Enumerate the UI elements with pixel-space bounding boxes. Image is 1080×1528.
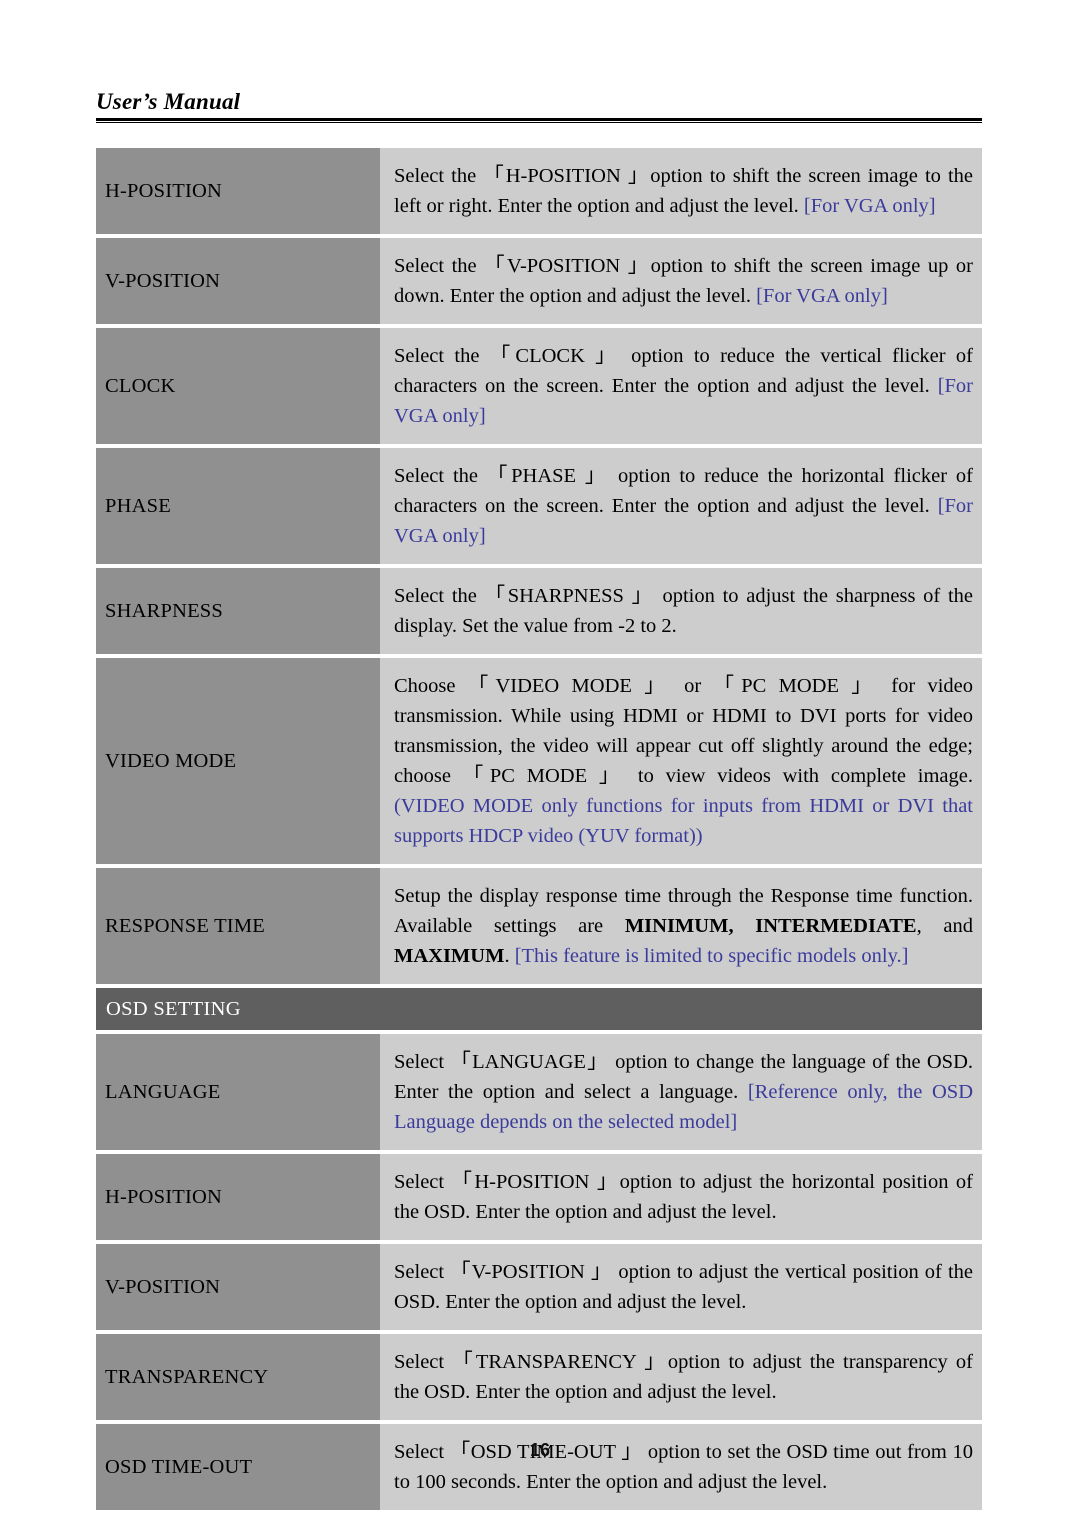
row-description: Select 「H-POSITION 」option to adjust the… — [380, 1154, 982, 1240]
row-description: Select 「V-POSITION 」 option to adjust th… — [380, 1244, 982, 1330]
description-segment: Select the 「CLOCK 」 option to reduce the… — [394, 345, 973, 397]
row-label-osd-time-out: OSD TIME-OUT — [96, 1424, 380, 1510]
table-row: H-POSITION Select the 「H-POSITION 」option… — [96, 148, 982, 234]
row-description: Select the 「CLOCK 」 option to reduce the… — [380, 328, 982, 444]
running-header: User’s Manual — [96, 88, 982, 123]
table-row: V-POSITION Select 「V-POSITION 」 option to… — [96, 1244, 982, 1330]
description-segment: MAXIMUM — [394, 945, 505, 967]
row-label-video-mode: VIDEO MODE — [96, 658, 380, 864]
description-segment: MINIMUM, INTERMEDIATE — [624, 915, 917, 937]
table-row: H-POSITION Select 「H-POSITION 」option to … — [96, 1154, 982, 1240]
row-label-transparency: TRANSPARENCY — [96, 1334, 380, 1420]
row-description: Select the 「PHASE 」 option to reduce the… — [380, 448, 982, 564]
row-description: Choose 「VIDEO MODE 」 or 「PC MODE 」 for v… — [380, 658, 982, 864]
row-label-h-position: H-POSITION — [96, 148, 380, 234]
manual-page: User’s Manual H-POSITION Select the 「H-PO… — [0, 0, 1080, 1528]
page-number: 16 — [529, 1440, 551, 1460]
section-header-osd-setting: OSD SETTING — [96, 988, 982, 1030]
table-body-display: H-POSITION Select the 「H-POSITION 」option… — [96, 148, 982, 984]
row-label-language: LANGUAGE — [96, 1034, 380, 1150]
description-segment: [For VGA only] — [803, 195, 936, 217]
running-header-title: User’s Manual — [96, 89, 241, 114]
row-description: Select 「OSD TIME-OUT 」 option to set the… — [380, 1424, 982, 1510]
row-description: Select 「LANGUAGE」 option to change the l… — [380, 1034, 982, 1150]
table-row: PHASE Select the 「PHASE 」 option to reduc… — [96, 448, 982, 564]
row-label-v-position: V-POSITION — [96, 238, 380, 324]
table-row: V-POSITION Select the 「V-POSITION 」option… — [96, 238, 982, 324]
osd-settings-table: H-POSITION Select the 「H-POSITION 」option… — [96, 148, 982, 1514]
description-segment: Choose 「VIDEO MODE 」 or 「PC MODE 」 for v… — [394, 675, 973, 787]
description-segment: . — [504, 945, 515, 967]
row-label-response-time: RESPONSE TIME — [96, 868, 380, 984]
row-label-v-position: V-POSITION — [96, 1244, 380, 1330]
table-row: TRANSPARENCY Select 「TRANSPARENCY 」option… — [96, 1334, 982, 1420]
description-segment: Select the 「PHASE 」 option to reduce the… — [394, 465, 973, 517]
table-row: OSD TIME-OUT Select 「OSD TIME-OUT 」 optio… — [96, 1424, 982, 1510]
description-segment: (VIDEO MODE only functions for inputs fr… — [394, 795, 973, 847]
row-description: Select 「TRANSPARENCY 」option to adjust t… — [380, 1334, 982, 1420]
row-description: Select the 「V-POSITION 」option to shift … — [380, 238, 982, 324]
description-segment: [This feature is limited to specific mod… — [514, 945, 909, 967]
row-description: Select the 「H-POSITION 」option to shift … — [380, 148, 982, 234]
description-segment: Select 「H-POSITION 」option to adjust the… — [394, 1171, 973, 1223]
table-row: VIDEO MODE Choose 「VIDEO MODE 」 or 「PC MO… — [96, 658, 982, 864]
row-label-clock: CLOCK — [96, 328, 380, 444]
description-segment: Select the — [394, 165, 484, 187]
description-segment: Select 「V-POSITION 」 option to adjust th… — [394, 1261, 973, 1313]
table-row: LANGUAGE Select 「LANGUAGE」 option to chan… — [96, 1034, 982, 1150]
description-segment: [For VGA only] — [756, 285, 888, 307]
row-label-sharpness: SHARPNESS — [96, 568, 380, 654]
table-body-osd: LANGUAGE Select 「LANGUAGE」 option to chan… — [96, 1034, 982, 1510]
description-segment: 「H-POSITION 」 — [483, 165, 651, 187]
row-label-phase: PHASE — [96, 448, 380, 564]
row-description: Setup the display response time through … — [380, 868, 982, 984]
description-segment: Select the 「SHARPNESS 」 option to adjust… — [394, 585, 973, 637]
header-rule — [96, 118, 982, 123]
table-row: SHARPNESS Select the 「SHARPNESS 」 option … — [96, 568, 982, 654]
table-row: CLOCK Select the 「CLOCK 」 option to reduc… — [96, 328, 982, 444]
table-row: RESPONSE TIME Setup the display response … — [96, 868, 982, 984]
row-description: Select the 「SHARPNESS 」 option to adjust… — [380, 568, 982, 654]
row-label-h-position: H-POSITION — [96, 1154, 380, 1240]
description-segment: Select 「TRANSPARENCY 」option to adjust t… — [394, 1351, 973, 1403]
description-segment: , and — [916, 915, 973, 937]
